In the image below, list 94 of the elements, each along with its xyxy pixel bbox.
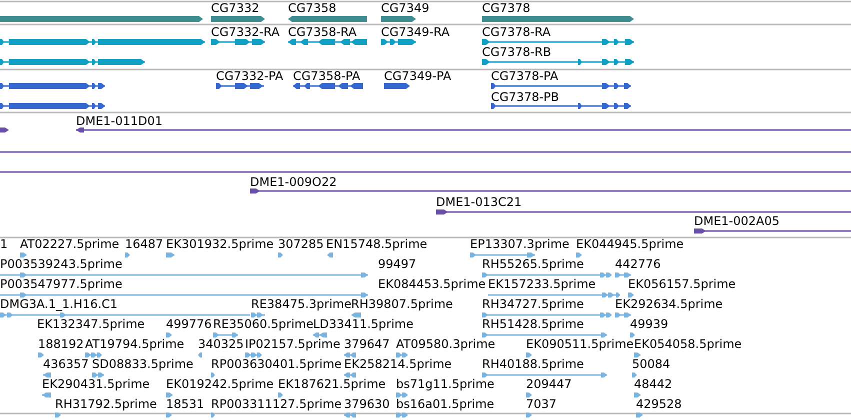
feature-glyph[interactable] bbox=[288, 39, 367, 45]
feature-label: DMG3A.1_1.H16.C1 bbox=[0, 297, 118, 311]
feature-glyph[interactable] bbox=[293, 83, 363, 89]
feature-label: EK019242.5prime bbox=[166, 377, 274, 391]
feature-label: 209447 bbox=[526, 377, 572, 391]
feature-label: EK187621.5prime bbox=[278, 377, 386, 391]
feature-glyph[interactable] bbox=[381, 16, 416, 22]
feature-label: CG7349 bbox=[381, 1, 430, 15]
feature-label: SD08833.5prime bbox=[92, 357, 194, 371]
feature-glyph[interactable] bbox=[384, 83, 410, 89]
feature-label: CG7378-PB bbox=[491, 90, 560, 104]
feature-glyph[interactable] bbox=[0, 83, 105, 89]
feature-label: RH40188.5prime bbox=[482, 357, 584, 371]
feature-label: EK044945.5prime bbox=[576, 237, 684, 251]
feature-glyph[interactable] bbox=[216, 83, 264, 89]
feature-label: 48442 bbox=[634, 377, 672, 391]
feature-label: CG7332 bbox=[211, 1, 260, 15]
feature-label: DME1-009O22 bbox=[250, 175, 337, 189]
feature-label: EK292634.5prime bbox=[615, 297, 723, 311]
feature-label: CG7332-PA bbox=[216, 69, 284, 83]
feature-label: CG7349-PA bbox=[384, 69, 452, 83]
feature-glyph[interactable] bbox=[482, 39, 634, 45]
feature-glyph[interactable] bbox=[694, 228, 851, 234]
feature-label: RH39807.5prime bbox=[351, 297, 453, 311]
feature-label: CG7378-RA bbox=[482, 25, 551, 39]
feature-label: AT09580.3prime bbox=[396, 337, 496, 351]
feature-label: EP13307.3prime bbox=[470, 237, 570, 251]
feature-label: IP02157.5prime bbox=[245, 337, 340, 351]
feature-label: 340325 bbox=[198, 337, 244, 351]
feature-label: RH55265.5prime bbox=[482, 257, 584, 271]
feature-label: 50084 bbox=[632, 357, 670, 371]
feature-label: 99497 bbox=[378, 257, 416, 271]
feature-glyph[interactable] bbox=[76, 128, 851, 132]
feature-glyph[interactable] bbox=[250, 188, 851, 194]
feature-label: CG7378 bbox=[482, 1, 530, 15]
feature-glyph[interactable] bbox=[0, 103, 105, 109]
feature-label: AT02227.5prime bbox=[20, 237, 120, 251]
feature-label: CG7358-PA bbox=[293, 69, 360, 83]
feature-label: 188192 bbox=[38, 337, 84, 351]
feature-label: 7037 bbox=[526, 397, 557, 411]
feature-label: bs16a01.5prime bbox=[396, 397, 494, 411]
feature-label: DME1-011D01 bbox=[76, 114, 163, 128]
feature-label: 429528 bbox=[636, 397, 682, 411]
feature-label: RH34727.5prime bbox=[482, 297, 584, 311]
feature-label: EK258214.5prime bbox=[344, 357, 452, 371]
feature-label: 436357 bbox=[43, 357, 89, 371]
feature-label: EK056157.5prime bbox=[628, 277, 736, 291]
feature-label: CG7378-RB bbox=[482, 45, 552, 59]
feature-label: LD33411.5prime bbox=[313, 317, 414, 331]
feature-glyph[interactable] bbox=[211, 39, 265, 45]
feature-label: EK054058.5prime bbox=[634, 337, 742, 351]
feature-label: 442776 bbox=[615, 257, 661, 271]
feature-glyph[interactable] bbox=[0, 128, 9, 132]
feature-label: 1 bbox=[0, 237, 8, 251]
feature-label: EN15748.5prime bbox=[326, 237, 428, 251]
feature-glyph[interactable] bbox=[288, 16, 367, 22]
feature-label: 18531 bbox=[166, 397, 204, 411]
feature-label: RH51428.5prime bbox=[482, 317, 584, 331]
feature-label: 16487 bbox=[125, 237, 164, 251]
feature-label: P003539243.5prime bbox=[0, 257, 122, 271]
feature-glyph[interactable] bbox=[491, 83, 631, 89]
feature-glyph[interactable] bbox=[436, 210, 851, 214]
feature-label: 379630 bbox=[344, 397, 390, 411]
feature-label: EK090511.5prime bbox=[526, 337, 634, 351]
feature-label: EK290431.5prime bbox=[42, 377, 150, 391]
feature-label: CG7378-PA bbox=[491, 69, 558, 83]
feature-glyph[interactable] bbox=[211, 16, 265, 22]
feature-label: RE35060.5prime bbox=[213, 317, 314, 331]
feature-label: 307285 bbox=[278, 237, 324, 251]
feature-label: 379647 bbox=[344, 337, 390, 351]
feature-glyph[interactable] bbox=[491, 103, 631, 109]
feature-glyph[interactable] bbox=[0, 39, 205, 45]
feature-label: EK301932.5prime bbox=[166, 237, 274, 251]
feature-label: AT19794.5prime bbox=[85, 337, 184, 351]
feature-glyph[interactable] bbox=[482, 59, 634, 65]
feature-label: DME1-013C21 bbox=[436, 195, 522, 209]
feature-label: RP003311127.5prime bbox=[211, 397, 342, 411]
feature-label: 499776 bbox=[166, 317, 212, 331]
feature-label: CG7349-RA bbox=[381, 25, 450, 39]
feature-glyph[interactable] bbox=[381, 39, 416, 45]
feature-label: 49939 bbox=[630, 317, 668, 331]
feature-label: EK084453.5prime bbox=[378, 277, 486, 291]
feature-glyph[interactable] bbox=[0, 59, 145, 65]
feature-label: RP003630401.5prime bbox=[211, 357, 342, 371]
feature-label: RH31792.5prime bbox=[55, 397, 157, 411]
feature-label: bs71g11.5prime bbox=[396, 377, 494, 391]
feature-label: DME1-002A05 bbox=[694, 214, 780, 228]
feature-label: EK132347.5prime bbox=[37, 317, 145, 331]
feature-label: CG7358 bbox=[288, 1, 336, 15]
feature-label: RE38475.3prime bbox=[251, 297, 352, 311]
feature-label: CG7332-RA bbox=[211, 25, 280, 39]
feature-label: P003547977.5prime bbox=[0, 277, 122, 291]
feature-label: EK157233.5prime bbox=[488, 277, 596, 291]
feature-label: CG7358-RA bbox=[288, 25, 357, 39]
